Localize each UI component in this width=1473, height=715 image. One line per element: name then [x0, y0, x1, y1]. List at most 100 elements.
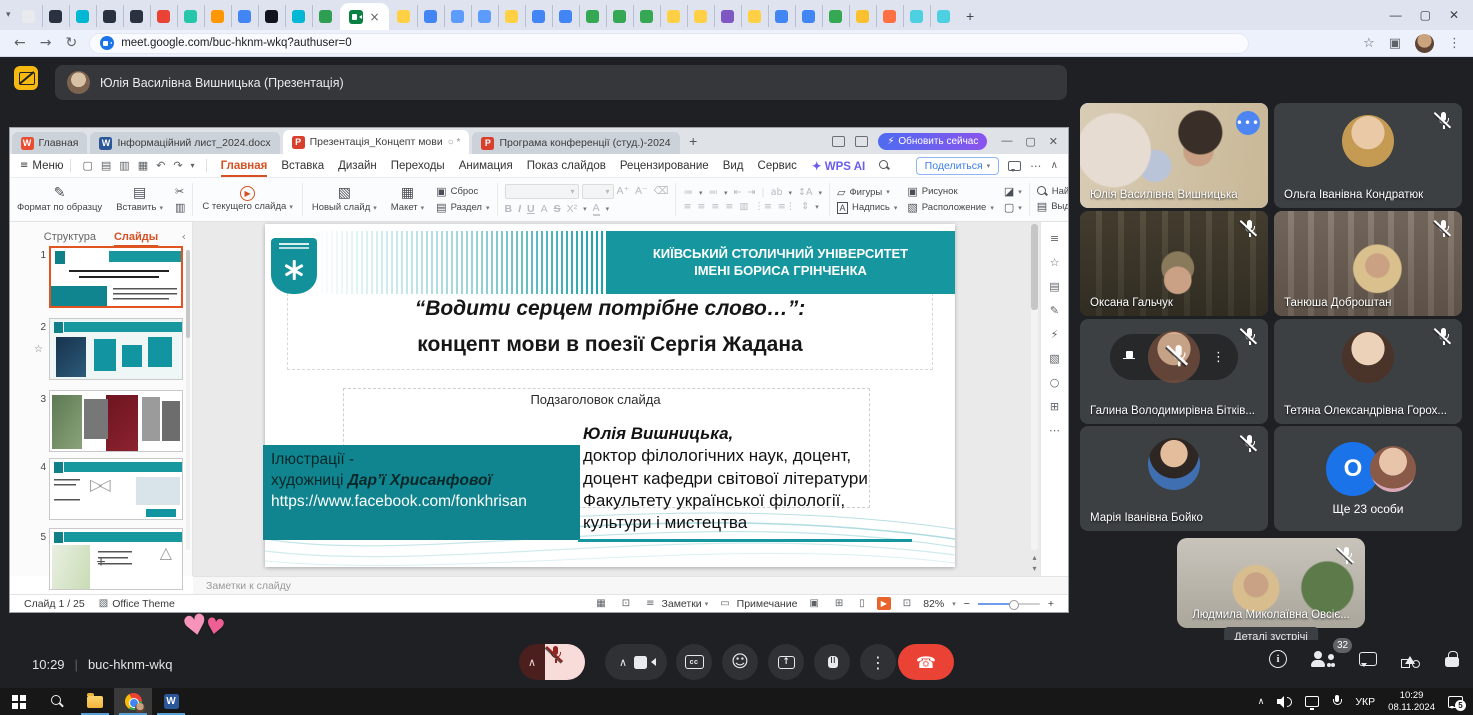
- font-color-button[interactable]: A: [593, 202, 600, 216]
- participants-icon[interactable]: [1311, 651, 1335, 668]
- chat-icon[interactable]: [1359, 652, 1377, 666]
- forward-icon[interactable]: →: [40, 35, 52, 51]
- notes-toggle-button[interactable]: ≡Заметки▾: [642, 598, 708, 610]
- indent-button[interactable]: ⇥: [747, 187, 755, 198]
- ribbon-tab-Вставка[interactable]: Вставка: [281, 160, 324, 172]
- tab-search-caret-icon[interactable]: ▾: [6, 10, 11, 20]
- word-taskbar-button[interactable]: W: [152, 688, 190, 715]
- side-tool-icon[interactable]: ≡: [1050, 232, 1059, 245]
- mic-button[interactable]: ∧: [519, 644, 585, 680]
- participant-tile[interactable]: Оксана Гальчук: [1080, 211, 1268, 316]
- tab-close-icon[interactable]: ×: [370, 11, 380, 23]
- ribbon-tab-Главная[interactable]: Главная: [221, 160, 268, 172]
- browser-tab[interactable]: [552, 5, 579, 27]
- strike-button[interactable]: S: [554, 203, 561, 215]
- shrink-font-button[interactable]: A⁻: [635, 185, 648, 197]
- undo-icon[interactable]: ↶: [156, 159, 165, 172]
- side-tool-icon[interactable]: ☆: [1050, 256, 1060, 269]
- superscript-button[interactable]: X²: [567, 203, 578, 215]
- ribbon-tab-Показ слайдов[interactable]: Показ слайдов: [527, 160, 606, 172]
- ribbon-tab-Переходы[interactable]: Переходы: [391, 160, 445, 172]
- minimize-icon[interactable]: —: [1390, 8, 1402, 22]
- share-button[interactable]: Поделиться▾: [916, 157, 1000, 175]
- panel-icon[interactable]: [832, 136, 845, 147]
- collapse-ribbon-icon[interactable]: ∧: [1051, 160, 1058, 171]
- line-spacing-button[interactable]: ↕A: [798, 187, 812, 198]
- ribbon-more-icon[interactable]: ⋯: [1030, 159, 1042, 173]
- bookmark-star-icon[interactable]: ☆: [1363, 36, 1375, 51]
- present-button[interactable]: ↑: [768, 644, 804, 680]
- ribbon-tab-Анимация[interactable]: Анимация: [459, 160, 513, 172]
- slideshow-button[interactable]: ▶: [877, 597, 891, 610]
- spacing-button[interactable]: ⇕: [801, 201, 809, 212]
- justify-button[interactable]: ≡: [725, 201, 733, 212]
- clock-date[interactable]: 10:2908.11.2024: [1388, 690, 1435, 714]
- italic-button[interactable]: I: [518, 203, 521, 215]
- ribbon-tab-Сервис[interactable]: Сервис: [758, 160, 797, 172]
- browser-tab[interactable]: [312, 5, 339, 27]
- tray-mic-icon[interactable]: [1332, 695, 1342, 708]
- wps-doc-tab[interactable]: PПрограма конференції (студ.)-2024: [472, 132, 679, 154]
- participant-tile[interactable]: Тетяна Олександрівна Горох...: [1274, 319, 1462, 424]
- wps-doc-tab[interactable]: PПрезентація_Концепт мови○ *: [283, 130, 470, 154]
- new-tab-button[interactable]: +: [957, 5, 984, 27]
- participant-tile[interactable]: Ольга Іванівна Кондратюк: [1274, 103, 1462, 208]
- wps-new-tab-button[interactable]: +: [689, 133, 697, 149]
- slide-thumbnail-4[interactable]: ▷◁: [49, 458, 183, 520]
- bold-button[interactable]: B: [505, 203, 513, 215]
- desk-toggle-icon[interactable]: ⊡: [622, 598, 630, 609]
- stop-presenting-icon[interactable]: [14, 66, 38, 90]
- quick-style-button[interactable]: ◪▾: [1004, 185, 1022, 198]
- browser-tab[interactable]: [822, 5, 849, 27]
- tile-menu-icon[interactable]: ⋮: [1212, 350, 1225, 365]
- bullets-button[interactable]: ≔: [683, 187, 693, 198]
- browser-tab[interactable]: [444, 5, 471, 27]
- browser-tab[interactable]: [204, 5, 231, 27]
- slide-canvas[interactable]: КИЇВСЬКИЙ СТОЛИЧНИЙ УНІВЕРСИТЕТ ІМЕНІ БО…: [265, 224, 955, 567]
- active-tab[interactable]: ×: [340, 3, 389, 30]
- slide-thumbnail-2[interactable]: [49, 318, 183, 380]
- normal-view-icon[interactable]: ▣: [809, 598, 818, 609]
- taskbar-search-button[interactable]: [38, 688, 76, 715]
- display-icon[interactable]: [1305, 696, 1319, 707]
- wps-menu-button[interactable]: ≡Меню: [20, 160, 63, 172]
- save-icon[interactable]: ▤: [101, 159, 111, 172]
- copy-button[interactable]: ▥: [175, 201, 185, 214]
- extensions-icon[interactable]: ▣: [1389, 36, 1401, 51]
- volume-icon[interactable]: [1277, 696, 1292, 708]
- browser-tab[interactable]: [606, 5, 633, 27]
- update-now-button[interactable]: ⚡Обновить сейчас: [878, 133, 987, 150]
- print-quick-icon[interactable]: ▦: [138, 159, 148, 172]
- author-text-box[interactable]: Юлія Вишницька, доктор філологічних наук…: [583, 423, 945, 534]
- browser-tab[interactable]: [417, 5, 444, 27]
- thumb-toggle-icon[interactable]: ▦: [596, 598, 605, 609]
- char-style-button[interactable]: A: [541, 203, 548, 215]
- browser-menu-icon[interactable]: ⋮: [1448, 36, 1461, 51]
- activities-icon[interactable]: [1401, 651, 1421, 668]
- slide-title-line2[interactable]: концепт мови в поезії Сергія Жадана: [265, 333, 955, 357]
- wps-search-icon[interactable]: [879, 160, 890, 171]
- host-controls-icon[interactable]: [1445, 651, 1459, 667]
- ribbon-tab-Вид[interactable]: Вид: [723, 160, 744, 172]
- side-tool-icon[interactable]: ⚡: [1051, 328, 1059, 341]
- side-tool-icon[interactable]: ✎: [1050, 304, 1059, 317]
- underline-button[interactable]: U: [527, 203, 535, 215]
- participant-tile[interactable]: Людмила Миколаївна Овсіє...: [1177, 538, 1365, 628]
- browser-tab[interactable]: [660, 5, 687, 27]
- more-options-button[interactable]: ⋮: [860, 644, 896, 680]
- collapse-panel-icon[interactable]: ‹: [182, 230, 186, 243]
- reload-icon[interactable]: ↻: [65, 35, 77, 51]
- browser-tab[interactable]: [498, 5, 525, 27]
- side-tool-icon[interactable]: ○: [1050, 376, 1060, 389]
- close-icon[interactable]: ✕: [1449, 8, 1459, 22]
- font-size-box[interactable]: ▾: [582, 184, 614, 199]
- more-history-icon[interactable]: ▾: [191, 161, 195, 170]
- browser-tab[interactable]: [687, 5, 714, 27]
- cut-button[interactable]: ✂: [175, 185, 185, 198]
- open-icon[interactable]: ▢: [82, 159, 92, 172]
- section-button[interactable]: ▤Раздел▾: [436, 201, 489, 214]
- slide-title-line1[interactable]: “Водити серцем потрібне слово…”:: [265, 297, 955, 321]
- side-tool-icon[interactable]: ▧: [1049, 352, 1059, 365]
- browser-tab[interactable]: [795, 5, 822, 27]
- read-view-icon[interactable]: ▯: [859, 598, 865, 609]
